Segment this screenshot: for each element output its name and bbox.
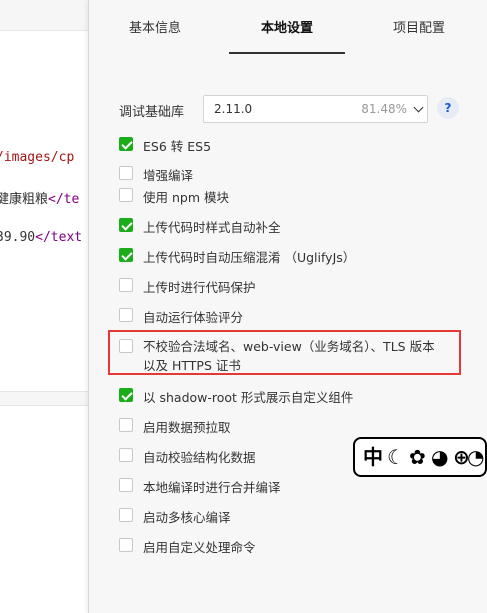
- option-label: 自动校验结构化数据: [143, 450, 256, 465]
- editor-top-band: [0, 0, 88, 31]
- tab-local-settings[interactable]: 本地设置: [229, 0, 345, 54]
- option-label: 启动多核心编译: [143, 510, 231, 525]
- checkbox-unchecked[interactable]: [119, 538, 133, 552]
- sticker-glyph: ◕: [431, 445, 449, 469]
- option-label: 使用 npm 模块: [143, 190, 229, 205]
- option-label: 上传代码时自动压缩混淆 （UglifyJs）: [143, 250, 356, 265]
- settings-panel: 基本信息 本地设置 项目配置 调试基础库 2.11.0 81.48% ? ES6…: [88, 0, 487, 613]
- option-label: 自动运行体验评分: [143, 310, 244, 325]
- tab-project-config[interactable]: 项目配置: [361, 0, 477, 54]
- sticker-glyph: ☾: [387, 445, 405, 469]
- emoji-sticker-overlay: 中 ☾ ✿ ◕ ⊕ ◔: [353, 437, 487, 477]
- chevron-down-icon: [413, 102, 424, 113]
- checkbox-unchecked[interactable]: [119, 448, 133, 462]
- debug-library-select[interactable]: 2.11.0 81.48%: [203, 95, 428, 123]
- debug-library-percent: 81.48%: [361, 102, 407, 116]
- help-icon[interactable]: ?: [437, 97, 459, 119]
- editor-divider-band: [0, 391, 88, 406]
- code-token: 健康粗粮: [0, 192, 49, 207]
- option-label: 本地编译时进行合并编译: [143, 480, 281, 495]
- debug-library-version: 2.11.0: [214, 102, 253, 116]
- checkbox-unchecked[interactable]: [119, 508, 133, 522]
- debug-library-label: 调试基础库: [119, 105, 185, 120]
- code-line: 39.90</text: [0, 230, 82, 245]
- checkbox-checked[interactable]: [119, 388, 133, 402]
- option-label: 启用数据预拉取: [143, 420, 231, 435]
- sticker-glyph: ✿: [409, 445, 426, 469]
- option-label: 增强编译: [143, 168, 194, 183]
- sticker-glyph: ◔: [467, 445, 485, 469]
- checkbox-unchecked[interactable]: [119, 278, 133, 292]
- option-label: 上传代码时样式自动补全: [143, 220, 281, 235]
- checkbox-unchecked[interactable]: [119, 308, 133, 322]
- option-label: 以 shadow-root 形式展示自定义组件: [143, 390, 354, 405]
- option-label: 启用自定义处理命令: [143, 540, 256, 555]
- code-token: 39.90: [0, 230, 36, 245]
- code-line: /images/cp: [0, 150, 74, 165]
- checkbox-unchecked[interactable]: [119, 478, 133, 492]
- code-token: </text: [35, 230, 83, 245]
- sticker-glyph: 中: [363, 445, 383, 469]
- checkbox-checked[interactable]: [119, 218, 133, 232]
- checkbox-checked[interactable]: [119, 248, 133, 262]
- code-token: /images/cp: [0, 150, 75, 165]
- highlight-annotation-box: [108, 330, 461, 375]
- checkbox-unchecked[interactable]: [119, 418, 133, 432]
- code-token: </te: [48, 192, 80, 207]
- settings-tabs: 基本信息 本地设置 项目配置: [89, 0, 487, 54]
- tab-basic-info[interactable]: 基本信息: [97, 0, 213, 54]
- code-line: 健康粗粮</te: [0, 188, 79, 207]
- option-label: 上传时进行代码保护: [143, 280, 256, 295]
- checkbox-unchecked[interactable]: [119, 188, 133, 202]
- code-editor-area: /images/cp 健康粗粮</te 39.90</text: [0, 0, 88, 613]
- option-label: ES6 转 ES5: [143, 139, 212, 154]
- checkbox-unchecked[interactable]: [119, 166, 133, 180]
- checkbox-checked[interactable]: [119, 137, 133, 151]
